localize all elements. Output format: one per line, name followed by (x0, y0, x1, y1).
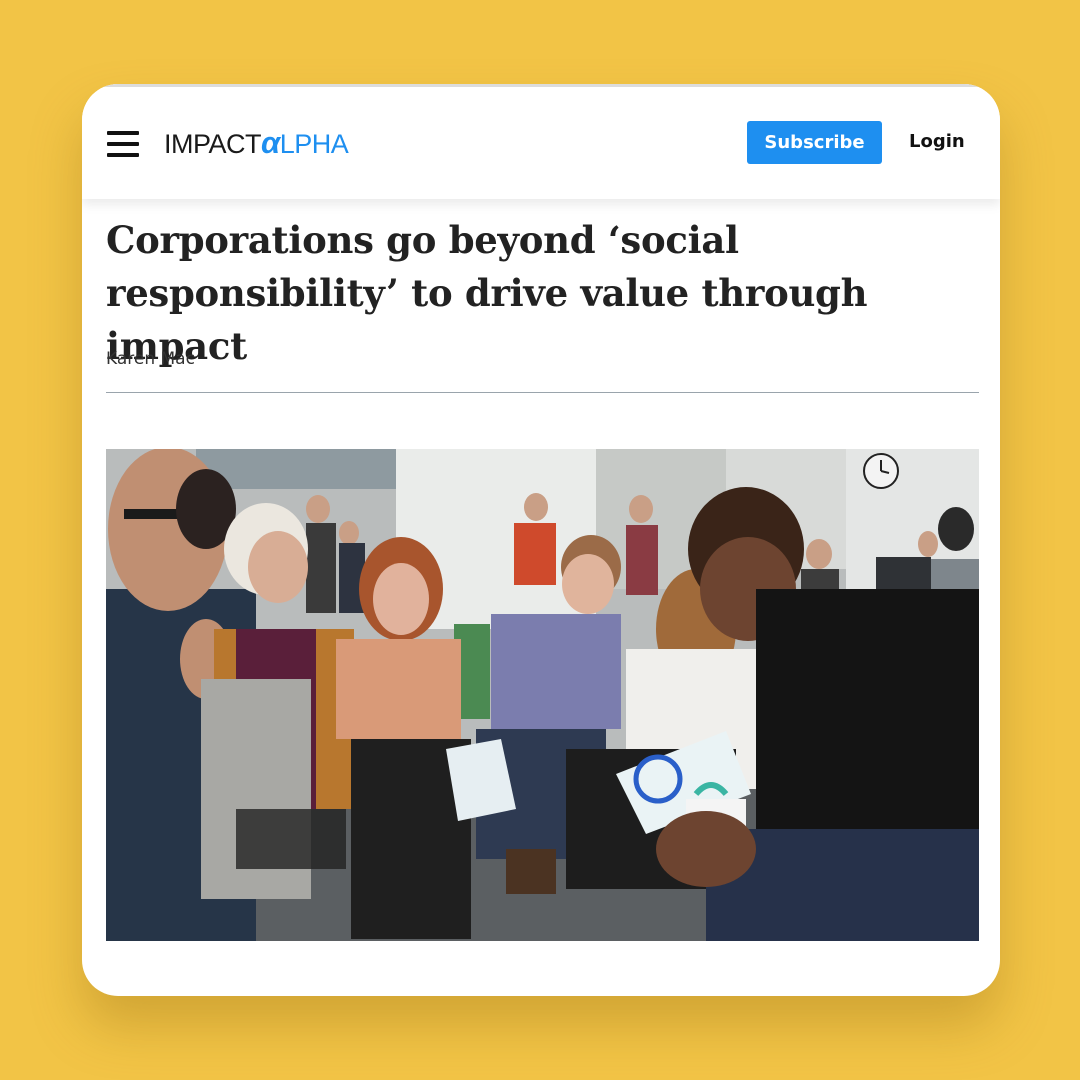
subscribe-button[interactable]: Subscribe (747, 121, 882, 164)
login-link[interactable]: Login (909, 131, 965, 152)
hamburger-menu-icon[interactable] (107, 131, 139, 157)
site-logo[interactable]: IMPACTαLPHA (164, 125, 349, 161)
divider (106, 392, 979, 393)
logo-impact-text: IMPACT (164, 129, 262, 159)
article-photo (106, 449, 979, 941)
logo-alpha-mark: α (261, 125, 280, 160)
logo-alpha-text: LPHA (279, 129, 349, 159)
article-headline: Corporations go beyond ‘social responsib… (106, 218, 868, 368)
article-card: IMPACTαLPHA Subscribe Login Corporations… (82, 84, 1000, 996)
article-author[interactable]: Karen Mac (106, 349, 195, 369)
site-header: IMPACTαLPHA Subscribe Login (82, 84, 1000, 199)
